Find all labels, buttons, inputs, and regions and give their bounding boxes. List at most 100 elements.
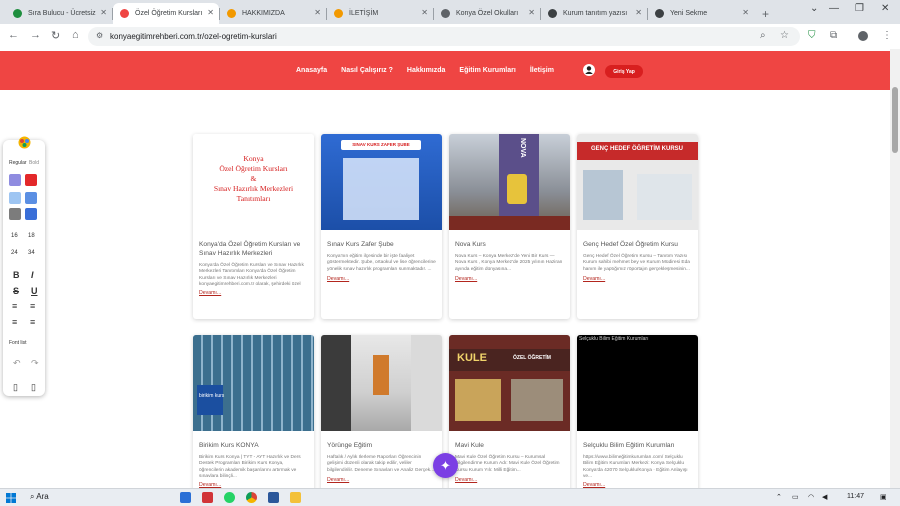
maximize-icon[interactable]: ❐ xyxy=(855,3,864,14)
color-swatch[interactable] xyxy=(25,174,37,186)
underline-icon[interactable]: U xyxy=(31,286,38,296)
site-nav-link[interactable]: Eğitim Kurumları xyxy=(459,67,515,74)
minimize-icon[interactable]: — xyxy=(829,3,839,14)
read-more-link[interactable]: Devamı... xyxy=(321,273,442,288)
tab-close-icon[interactable]: ✕ xyxy=(100,8,107,17)
browser-tab[interactable]: Özel Öğretim Kursları ✕ xyxy=(113,3,219,24)
card-title[interactable]: Yörünge Eğitim xyxy=(321,431,442,453)
news-widget-icon[interactable] xyxy=(180,492,191,503)
chrome-icon[interactable] xyxy=(246,492,257,503)
home-icon[interactable]: ⌂ xyxy=(72,29,79,41)
tab-close-icon[interactable]: ✕ xyxy=(314,8,321,17)
card-image[interactable] xyxy=(321,335,442,431)
align-left-icon[interactable]: ≡ xyxy=(12,301,17,311)
card-title[interactable]: Sınav Kurs Zafer Şube xyxy=(321,230,442,252)
card-title[interactable]: Nova Kurs xyxy=(449,230,570,252)
windows-start-icon[interactable] xyxy=(6,493,16,503)
strikethrough-icon[interactable]: S xyxy=(13,286,19,296)
card-title[interactable]: Birikim Kurs KONYA xyxy=(193,431,314,453)
browser-tab[interactable]: İLETİŞİM ✕ xyxy=(327,3,433,24)
course-card[interactable]: GENÇ HEDEF ÖĞRETİM KURSU Genç Hedef Özel … xyxy=(577,134,698,319)
font-list-label[interactable]: Font list xyxy=(9,340,27,346)
read-more-link[interactable]: Devamı... xyxy=(193,287,314,302)
card-image[interactable]: Selçuklu Bilim Eğitim Kurumları xyxy=(577,335,698,431)
redo-icon[interactable]: ↷ xyxy=(31,358,39,369)
window-chevron-icon[interactable]: ⌄ xyxy=(810,3,818,14)
read-more-link[interactable]: Devamı... xyxy=(193,479,314,488)
card-title[interactable]: Selçuklu Bilim Eğitim Kurumları xyxy=(577,431,698,453)
card-image[interactable]: KULE ÖZEL ÖĞRETİM xyxy=(449,335,570,431)
word-icon[interactable] xyxy=(268,492,279,503)
tab-close-icon[interactable]: ✕ xyxy=(742,8,749,17)
tab-close-icon[interactable]: ✕ xyxy=(421,8,428,17)
undo-icon[interactable]: ↶ xyxy=(13,358,21,369)
browser-tab[interactable]: Kurum tanıtım yazısı ✕ xyxy=(541,3,647,24)
card-image[interactable]: SINAV KURS ZAFER ŞUBE xyxy=(321,134,442,230)
card-title[interactable]: Konya'da Özel Öğretim Kursları ve Sınav … xyxy=(193,230,314,261)
card-image[interactable]: birikim kurs xyxy=(193,335,314,431)
card-image[interactable]: NOVA xyxy=(449,134,570,230)
course-card[interactable]: Yörünge Eğitim Haftalık / Aylık Ilerleme … xyxy=(321,335,442,488)
card-title[interactable]: Mavi Kule xyxy=(449,431,570,453)
volume-icon[interactable]: ◀ xyxy=(822,493,827,501)
scroll-thumb[interactable] xyxy=(892,87,898,153)
close-window-icon[interactable]: ✕ xyxy=(881,3,889,14)
read-more-link[interactable]: Devamı... xyxy=(577,479,698,488)
address-bar[interactable]: ⚙ konyaegitimrehberi.com.tr/ozel-ogretim… xyxy=(88,27,800,46)
italic-icon[interactable]: I xyxy=(31,270,34,280)
file-explorer-icon[interactable] xyxy=(290,492,301,503)
site-nav-link[interactable]: Anasayfa xyxy=(296,67,327,74)
new-tab-button[interactable]: + xyxy=(762,7,769,21)
read-more-link[interactable]: Devamı... xyxy=(321,474,442,488)
read-more-link[interactable]: Devamı... xyxy=(449,273,570,288)
zoom-icon[interactable]: ⌕ xyxy=(760,30,766,41)
forward-icon[interactable]: → xyxy=(30,29,41,41)
course-card[interactable]: birikim kurs Birikim Kurs KONYA Birikim Ku… xyxy=(193,335,314,488)
color-swatch[interactable] xyxy=(25,192,37,204)
card-title[interactable]: Genç Hedef Özel Öğretim Kursu xyxy=(577,230,698,252)
course-card[interactable]: SINAV KURS ZAFER ŞUBE Sınav Kurs Zafer Şu… xyxy=(321,134,442,319)
align-right-icon[interactable]: ≡ xyxy=(30,301,35,311)
browser-tab[interactable]: Sıra Bulucu - Ücretsiz ✕ xyxy=(6,3,112,24)
site-nav-link[interactable]: Nasıl Çalışırız ? xyxy=(341,67,393,74)
bold-icon[interactable]: B xyxy=(13,270,20,280)
tray-chevron-icon[interactable]: ⌃ xyxy=(776,493,782,501)
color-swatch[interactable] xyxy=(9,192,21,204)
font-size-option[interactable]: 18 xyxy=(28,233,35,239)
course-card[interactable]: KULE ÖZEL ÖĞRETİM Mavi Kule Mavi Kule Özel … xyxy=(449,335,570,488)
page-scrollbar[interactable] xyxy=(890,49,900,488)
tablet-view-icon[interactable]: ▯ xyxy=(31,382,36,393)
browser-tab[interactable]: Yeni Sekme ✕ xyxy=(648,3,754,24)
card-image[interactable]: Konya Özel Öğretim Kursları & Sınav Hazırlı… xyxy=(193,134,314,230)
whatsapp-icon[interactable] xyxy=(224,492,235,503)
course-card[interactable]: NOVA Nova Kurs Nova Kurs – Konya Merkez'de… xyxy=(449,134,570,319)
browser-tab[interactable]: Konya Özel Okulları ✕ xyxy=(434,3,540,24)
read-more-link[interactable]: Devamı... xyxy=(449,474,570,488)
bookmark-star-icon[interactable]: ☆ xyxy=(780,30,789,41)
color-swatch[interactable] xyxy=(25,208,37,220)
card-image[interactable]: GENÇ HEDEF ÖĞRETİM KURSU xyxy=(577,134,698,230)
read-more-link[interactable]: Devamı... xyxy=(577,273,698,288)
align-center-icon[interactable]: ≡ xyxy=(12,317,17,327)
font-size-option[interactable]: 34 xyxy=(28,250,35,256)
browser-menu-icon[interactable]: ⋮ xyxy=(882,30,892,41)
extensions-icon[interactable]: ⧉ xyxy=(830,30,837,41)
browser-tab[interactable]: HAKKIMIZDA ✕ xyxy=(220,3,326,24)
tab-close-icon[interactable]: ✕ xyxy=(635,8,642,17)
palette-icon[interactable] xyxy=(18,136,31,149)
widget-tab-regular[interactable]: Regular xyxy=(9,160,27,166)
site-nav-link[interactable]: Hakkımızda xyxy=(407,67,446,74)
extension-shield-icon[interactable]: ⛉ xyxy=(808,30,816,41)
back-icon[interactable]: ← xyxy=(8,29,19,41)
color-swatch[interactable] xyxy=(9,174,21,186)
login-button[interactable]: Giriş Yap xyxy=(605,65,643,78)
user-icon[interactable] xyxy=(583,64,595,76)
tab-close-icon[interactable]: ✕ xyxy=(207,8,214,17)
notifications-icon[interactable]: ▣ xyxy=(880,493,887,501)
network-icon[interactable]: ▭ xyxy=(792,493,799,501)
profile-avatar[interactable] xyxy=(858,31,868,41)
color-swatch[interactable] xyxy=(9,208,21,220)
course-card[interactable]: Selçuklu Bilim Eğitim Kurumları Selçuklu … xyxy=(577,335,698,488)
site-nav-link[interactable]: İletişim xyxy=(530,67,554,74)
font-size-option[interactable]: 24 xyxy=(11,250,18,256)
